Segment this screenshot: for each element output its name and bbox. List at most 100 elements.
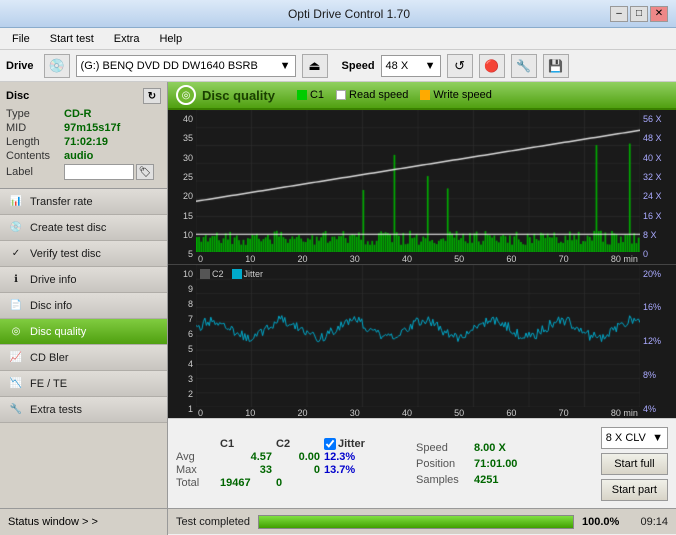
verify-test-disc-icon: ✓ bbox=[8, 246, 24, 262]
jitter-legend: Jitter bbox=[232, 269, 264, 279]
menu-file[interactable]: File bbox=[4, 31, 38, 47]
col-c1: C1 bbox=[220, 438, 272, 450]
progress-area: Test completed 100.0% 09:14 bbox=[168, 515, 676, 529]
total-label: Total bbox=[176, 477, 216, 489]
info-button[interactable]: 🔧 bbox=[511, 54, 537, 78]
eject-button[interactable]: ⏏ bbox=[302, 54, 328, 78]
position-value: 71:01.00 bbox=[474, 458, 517, 470]
avg-label: Avg bbox=[176, 451, 216, 463]
c2-legend: C2 bbox=[200, 269, 224, 279]
speed-select[interactable]: 48 X ▼ bbox=[381, 55, 441, 77]
sidebar-item-cd-bler[interactable]: 📈 CD Bler bbox=[0, 345, 167, 371]
drive-bar: Drive 💿 (G:) BENQ DVD DD DW1640 BSRB ▼ ⏏… bbox=[0, 50, 676, 82]
drive-label: Drive bbox=[6, 60, 34, 72]
sidebar-item-fe-te[interactable]: 📉 FE / TE bbox=[0, 371, 167, 397]
jitter-header: Jitter bbox=[324, 438, 384, 450]
avg-c2: 0.00 bbox=[276, 451, 320, 463]
progress-bar bbox=[258, 515, 574, 529]
chart1-y-axis-left: 40 35 30 25 20 15 10 5 bbox=[168, 110, 196, 264]
start-full-button[interactable]: Start full bbox=[601, 453, 668, 475]
max-jitter: 13.7% bbox=[324, 464, 384, 476]
speed-position-info: Speed 8.00 X Position 71:01.00 Samples 4… bbox=[416, 442, 517, 486]
disc-quality-icon-header: ◎ bbox=[176, 85, 196, 105]
sidebar-item-label: Drive info bbox=[30, 274, 76, 286]
contents-value: audio bbox=[64, 150, 93, 162]
minimize-button[interactable]: – bbox=[610, 6, 628, 22]
sidebar-item-label: FE / TE bbox=[30, 378, 67, 390]
progress-bar-fill bbox=[259, 516, 573, 528]
menu-start-test[interactable]: Start test bbox=[42, 31, 102, 47]
sidebar-item-label: CD Bler bbox=[30, 352, 69, 364]
disc-quality-header: ◎ Disc quality C1 Read speed Write speed bbox=[168, 82, 676, 110]
menu-extra[interactable]: Extra bbox=[106, 31, 148, 47]
sidebar-item-create-test-disc[interactable]: 💿 Create test disc bbox=[0, 215, 167, 241]
disc-panel-title: Disc bbox=[6, 90, 29, 102]
legend-c1-label: C1 bbox=[310, 89, 324, 101]
chart2-canvas bbox=[196, 265, 640, 407]
samples-value: 4251 bbox=[474, 474, 498, 486]
type-value: CD-R bbox=[64, 108, 92, 120]
total-c1: 19467 bbox=[220, 477, 272, 489]
start-buttons: 8 X CLV ▼ Start full Start part bbox=[601, 427, 668, 501]
write-speed-color bbox=[420, 90, 430, 100]
sidebar: Disc ↻ Type CD-R MID 97m15s17f Length 71… bbox=[0, 82, 168, 508]
c2-legend-label: C2 bbox=[212, 269, 224, 279]
chart1-canvas bbox=[196, 110, 640, 252]
drive-info-icon: ℹ bbox=[8, 272, 24, 288]
sidebar-item-transfer-rate[interactable]: 📊 Transfer rate bbox=[0, 189, 167, 215]
sidebar-item-disc-quality[interactable]: ◎ Disc quality bbox=[0, 319, 167, 345]
legend-write-speed-label: Write speed bbox=[433, 89, 492, 101]
chart1-x-axis: 0 10 20 30 40 50 60 70 80 min bbox=[196, 254, 640, 264]
drive-icon: 💿 bbox=[44, 54, 70, 78]
c1-color bbox=[297, 90, 307, 100]
status-text: Test completed bbox=[176, 516, 250, 528]
stats-bar: C1 C2 Jitter Avg 4.57 0.00 12.3% Max 33 … bbox=[168, 418, 676, 508]
type-label: Type bbox=[6, 108, 64, 120]
sidebar-item-disc-info[interactable]: 📄 Disc info bbox=[0, 293, 167, 319]
disc-refresh-button[interactable]: ↻ bbox=[143, 88, 161, 104]
drive-select[interactable]: (G:) BENQ DVD DD DW1640 BSRB ▼ bbox=[76, 55, 296, 77]
jitter-legend-color bbox=[232, 269, 242, 279]
sidebar-item-label: Extra tests bbox=[30, 404, 82, 416]
maximize-button[interactable]: □ bbox=[630, 6, 648, 22]
chart2-legend: C2 Jitter bbox=[200, 269, 263, 279]
sidebar-item-label: Verify test disc bbox=[30, 248, 101, 260]
mid-value: 97m15s17f bbox=[64, 122, 120, 134]
menu-bar: File Start test Extra Help bbox=[0, 28, 676, 50]
window-controls[interactable]: – □ ✕ bbox=[610, 6, 668, 22]
close-button[interactable]: ✕ bbox=[650, 6, 668, 22]
chart2-x-axis: 0 10 20 30 40 50 60 70 80 min bbox=[196, 408, 640, 418]
disc-info-icon: 📄 bbox=[8, 298, 24, 314]
sidebar-item-verify-test-disc[interactable]: ✓ Verify test disc bbox=[0, 241, 167, 267]
clv-speed-value: 8 X CLV bbox=[606, 432, 646, 444]
length-value: 71:02:19 bbox=[64, 136, 108, 148]
disc-quality-title: Disc quality bbox=[202, 88, 275, 103]
sidebar-item-extra-tests[interactable]: 🔧 Extra tests bbox=[0, 397, 167, 423]
mid-label: MID bbox=[6, 122, 64, 134]
max-label: Max bbox=[176, 464, 216, 476]
create-test-disc-icon: 💿 bbox=[8, 220, 24, 236]
progress-percentage: 100.0% bbox=[582, 516, 624, 528]
clv-speed-dropdown[interactable]: 8 X CLV ▼ bbox=[601, 427, 668, 449]
col-c2: C2 bbox=[276, 438, 320, 450]
save-button[interactable]: 💾 bbox=[543, 54, 569, 78]
label-icon-button[interactable]: 🏷 bbox=[136, 164, 154, 180]
jitter-checkbox[interactable] bbox=[324, 438, 336, 450]
refresh-button[interactable]: ↺ bbox=[447, 54, 473, 78]
chart2-y-axis-right: 20% 16% 12% 8% 4% bbox=[640, 265, 676, 419]
start-part-button[interactable]: Start part bbox=[601, 479, 668, 501]
label-input[interactable] bbox=[64, 164, 134, 180]
title-bar: Opti Drive Control 1.70 – □ ✕ bbox=[0, 0, 676, 28]
elapsed-time: 09:14 bbox=[632, 516, 668, 528]
status-window-button[interactable]: Status window > > bbox=[0, 509, 168, 535]
sidebar-item-drive-info[interactable]: ℹ Drive info bbox=[0, 267, 167, 293]
settings-button[interactable]: 🔴 bbox=[479, 54, 505, 78]
avg-jitter: 12.3% bbox=[324, 451, 384, 463]
length-label: Length bbox=[6, 136, 64, 148]
speed-stat-value: 8.00 X bbox=[474, 442, 506, 454]
legend-write-speed: Write speed bbox=[420, 89, 492, 101]
menu-help[interactable]: Help bbox=[151, 31, 190, 47]
fe-te-icon: 📉 bbox=[8, 376, 24, 392]
cd-bler-icon: 📈 bbox=[8, 350, 24, 366]
chart2-container: 10 9 8 7 6 5 4 3 2 1 bbox=[168, 264, 676, 419]
